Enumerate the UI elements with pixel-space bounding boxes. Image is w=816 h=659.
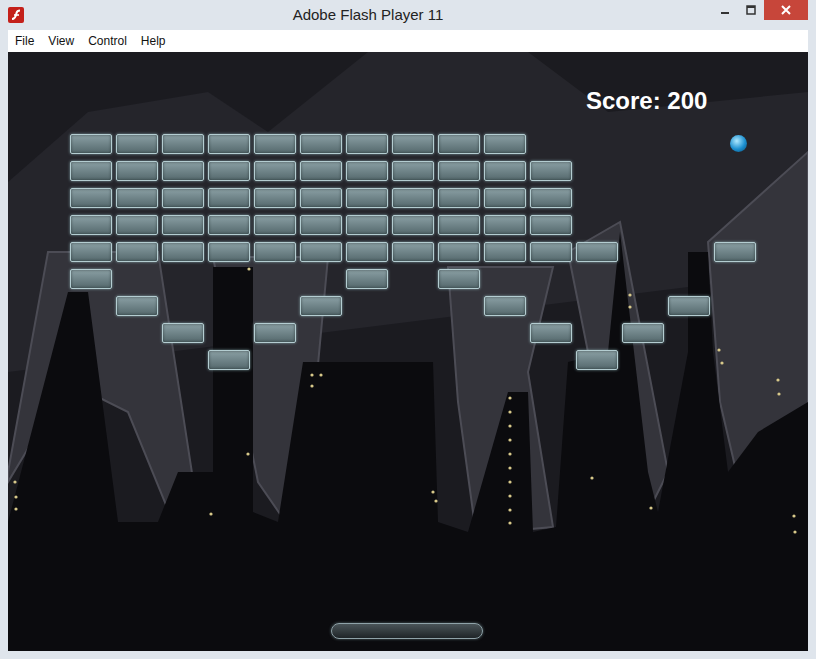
brick (300, 296, 342, 316)
menu-item[interactable]: Control (81, 31, 134, 51)
brick (300, 215, 342, 235)
paddle[interactable] (331, 623, 483, 639)
brick (576, 242, 618, 262)
close-button[interactable] (764, 0, 808, 20)
brick (714, 242, 756, 262)
title-bar: Adobe Flash Player 11 (0, 0, 816, 30)
brick (208, 350, 250, 370)
brick (116, 188, 158, 208)
brick (300, 161, 342, 181)
minimize-button[interactable] (712, 0, 738, 20)
brick (346, 134, 388, 154)
brick (116, 215, 158, 235)
brick (70, 269, 112, 289)
brick (208, 215, 250, 235)
brick (254, 215, 296, 235)
brick (530, 215, 572, 235)
brick (70, 188, 112, 208)
brick (438, 134, 480, 154)
brick (484, 134, 526, 154)
menu-item[interactable]: Help (134, 31, 173, 51)
maximize-icon (746, 5, 756, 15)
brick (162, 161, 204, 181)
brick (346, 188, 388, 208)
brick (70, 242, 112, 262)
brick (392, 161, 434, 181)
brick (484, 188, 526, 208)
brick (208, 242, 250, 262)
score: Score: 200 (586, 87, 707, 115)
brick (254, 323, 296, 343)
brick (254, 188, 296, 208)
brick (300, 242, 342, 262)
brick (162, 188, 204, 208)
brick (116, 161, 158, 181)
brick (254, 161, 296, 181)
brick (484, 242, 526, 262)
close-icon (781, 5, 791, 15)
minimize-icon (720, 5, 730, 15)
brick (116, 296, 158, 316)
brick (668, 296, 710, 316)
menu-item[interactable]: View (41, 31, 81, 51)
brick (530, 188, 572, 208)
brick (162, 323, 204, 343)
brick (116, 242, 158, 262)
brick (530, 323, 572, 343)
brick (484, 215, 526, 235)
brick (70, 215, 112, 235)
brick (438, 188, 480, 208)
brick (162, 215, 204, 235)
brick (438, 215, 480, 235)
brick (346, 161, 388, 181)
brick (576, 350, 618, 370)
brick (208, 134, 250, 154)
game-area[interactable]: Score: 200 (8, 52, 808, 651)
brick (392, 215, 434, 235)
brick (254, 134, 296, 154)
ball (730, 135, 747, 152)
brick (70, 134, 112, 154)
brick (208, 188, 250, 208)
menu-bar: FileViewControlHelp (8, 30, 808, 52)
brick (438, 269, 480, 289)
brick (70, 161, 112, 181)
brick (346, 215, 388, 235)
brick (162, 134, 204, 154)
window-title: Adobe Flash Player 11 (24, 0, 712, 23)
brick (392, 134, 434, 154)
brick (622, 323, 664, 343)
brick (484, 296, 526, 316)
brick (484, 161, 526, 181)
brick-wall (70, 134, 756, 370)
brick (300, 188, 342, 208)
brick (392, 188, 434, 208)
brick (162, 242, 204, 262)
brick (300, 134, 342, 154)
brick (346, 242, 388, 262)
brick (254, 242, 296, 262)
app-window: Adobe Flash Player 11 FileViewControlHelp… (0, 0, 816, 659)
brick (530, 161, 572, 181)
window-controls (712, 0, 808, 20)
brick (530, 242, 572, 262)
menu-item[interactable]: File (8, 31, 41, 51)
brick (392, 242, 434, 262)
flash-logo-icon (8, 7, 24, 23)
brick (346, 269, 388, 289)
brick (438, 242, 480, 262)
brick (116, 134, 158, 154)
brick (438, 161, 480, 181)
maximize-button[interactable] (738, 0, 764, 20)
brick (208, 161, 250, 181)
